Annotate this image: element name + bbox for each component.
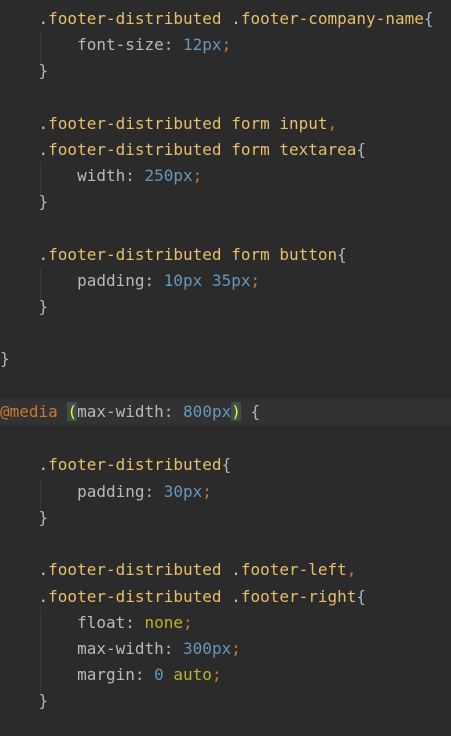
colon: : [163,35,184,54]
css-selector: .footer-distributed [38,455,222,474]
css-number: 250 [144,166,174,185]
code-line[interactable]: margin: 0 auto; [0,662,451,688]
comma: , [346,560,357,579]
open-brace: { [356,140,367,159]
at-rule-keyword: @media [0,402,58,421]
code-line[interactable]: float: none; [0,610,451,636]
css-unit: px [183,271,203,290]
css-selector: .footer-distributed form button [38,245,338,264]
css-property: padding [77,271,145,290]
close-brace: } [38,192,49,211]
css-selector: .footer-distributed form textarea [38,140,357,159]
css-unit: px [183,482,203,501]
semicolon: ; [183,613,193,632]
css-number: 30 [163,482,184,501]
css-selector: .footer-distributed .footer-right [38,587,357,606]
css-property: float [77,613,126,632]
code-line[interactable]: .footer-distributed{ [0,452,451,478]
code-line[interactable]: .footer-distributed .footer-right{ [0,584,451,610]
colon: : [134,665,155,684]
colon: : [125,613,145,632]
code-line[interactable]: padding: 10px 35px; [0,268,451,294]
comma: , [327,114,338,133]
close-brace: } [38,297,49,316]
close-brace: } [38,508,49,527]
close-brace: } [0,349,10,368]
open-brace: { [240,402,261,421]
code-line[interactable]: } [0,505,451,531]
close-brace: } [38,61,49,80]
code-line[interactable]: max-width: 300px; [0,636,451,662]
css-number: 0 [154,665,164,684]
colon: : [163,639,184,658]
css-property: max-width [77,639,164,658]
colon: : [125,166,145,185]
semicolon: ; [221,35,232,54]
open-brace: { [221,455,232,474]
css-property: margin [77,665,135,684]
css-number: 10 [163,271,184,290]
css-property: width [77,166,126,185]
code-line[interactable]: .footer-distributed form button{ [0,242,451,268]
semicolon: ; [250,271,261,290]
code-line[interactable]: .footer-distributed .footer-company-name… [0,6,451,32]
css-unit: px [211,402,232,421]
css-number: 300 [183,639,212,658]
css-property: padding [77,482,145,501]
css-unit: px [202,35,222,54]
colon: : [163,402,184,421]
css-number: 35 [211,271,232,290]
code-line[interactable]: } [0,294,451,320]
close-paren-match: ) [231,402,241,421]
css-keyword: none [144,613,184,632]
css-unit: px [173,166,193,185]
code-line[interactable]: } [0,688,451,714]
css-selector: .footer-distributed .footer-left [38,560,347,579]
open-brace: { [356,587,367,606]
css-number: 800 [183,402,212,421]
css-selector: .footer-distributed .footer-company-name [38,9,424,28]
code-line[interactable]: .footer-distributed form textarea{ [0,137,451,163]
css-property: font-size [77,35,164,54]
code-line[interactable]: } [0,189,451,215]
open-brace: { [337,245,347,264]
semicolon: ; [202,482,212,501]
close-brace: } [38,691,49,710]
css-keyword: auto [173,665,212,684]
code-line-current[interactable]: @media (max-width: 800px) { [0,399,451,425]
colon: : [144,271,164,290]
code-line[interactable]: font-size: 12px; [0,32,451,58]
code-editor[interactable]: .footer-distributed .footer-company-name… [0,0,451,736]
code-line[interactable]: } [0,346,451,372]
open-brace: { [423,9,434,28]
code-line[interactable]: } [0,58,451,84]
semicolon: ; [192,166,203,185]
code-line[interactable]: width: 250px; [0,163,451,189]
code-line[interactable]: .footer-distributed form input, [0,111,451,137]
code-line[interactable]: .footer-distributed .footer-left, [0,557,451,583]
css-unit: px [211,639,232,658]
open-paren-match: ( [67,402,78,421]
colon: : [144,482,164,501]
css-property: max-width [77,402,164,421]
code-line[interactable]: padding: 30px; [0,479,451,505]
css-unit: px [231,271,251,290]
semicolon: ; [231,639,241,658]
css-selector: .footer-distributed form input [38,114,328,133]
semicolon: ; [211,665,222,684]
css-number: 12 [183,35,203,54]
